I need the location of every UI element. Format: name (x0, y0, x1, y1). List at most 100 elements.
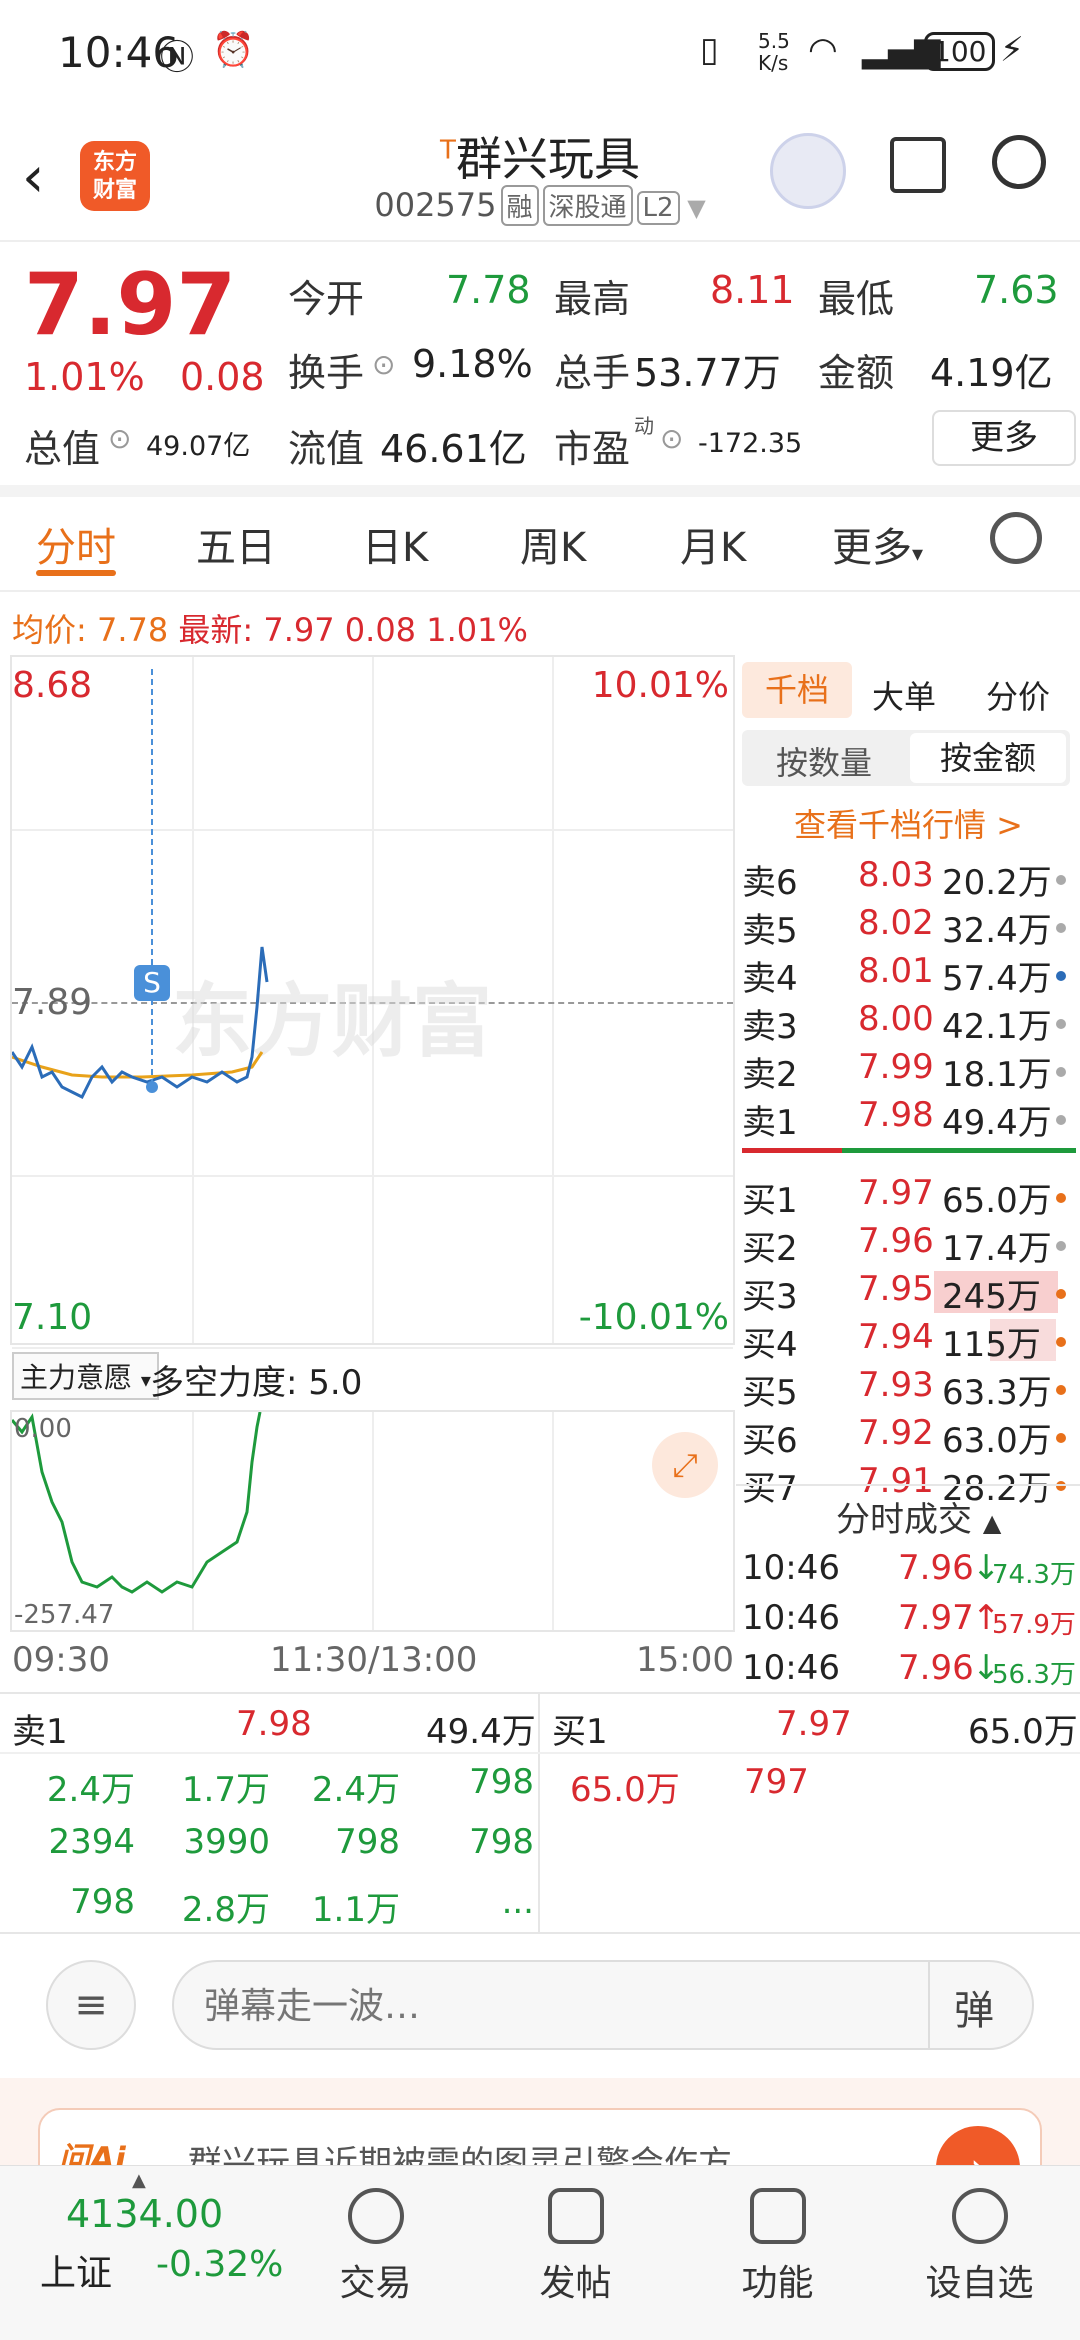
nav-watchlist[interactable]: 设自选 (912, 2168, 1047, 2306)
nav-trade[interactable]: 交易 (308, 2168, 443, 2306)
bid-row[interactable]: 买2 7.96 17.4万 (742, 1221, 1080, 1269)
ask-row[interactable]: 卖4 8.01 57.4万 (742, 951, 1080, 999)
index-value[interactable]: 4134.00 (66, 2192, 223, 2236)
s-marker-badge[interactable]: S (134, 965, 170, 1001)
nav-function[interactable]: 功能 (710, 2168, 845, 2306)
bid-price: 7.94 (858, 1317, 934, 1357)
bid-bar (842, 1148, 1076, 1153)
new-pct: 1.01% (426, 611, 528, 649)
divider (0, 240, 1080, 242)
ask-label: 卖3 (742, 1007, 798, 1047)
ask-vol: 42.1万 (942, 1007, 1052, 1047)
indicator-select[interactable]: 主力意愿 ▾ (12, 1352, 159, 1400)
intraday-chart[interactable]: 东方财富 S 8.68 10.01% 7.89 7.10 -10.01% (10, 655, 735, 1349)
danmu-input-field[interactable] (204, 1978, 804, 2034)
float-value: 46.61亿 (380, 427, 527, 471)
queue-buy-vol: 65.0万 (968, 1712, 1078, 1752)
bid-label: 买5 (742, 1373, 798, 1413)
search-icon[interactable] (992, 135, 1046, 189)
ob-subtab-qty[interactable]: 按数量 (776, 738, 872, 784)
stock-name: 群兴玩具 (455, 132, 640, 186)
more-button[interactable]: 更多 (932, 410, 1076, 466)
queue-sell-item: 798 (70, 1882, 135, 1922)
info-icon[interactable]: ⊙ (372, 348, 395, 381)
divider (0, 1692, 1080, 1694)
current-price: 7.97 (24, 255, 237, 355)
ask-row[interactable]: 卖5 8.02 32.4万 (742, 903, 1080, 951)
bid-vol: 17.4万 (942, 1229, 1052, 1269)
avg-value: 7.78 (96, 611, 169, 649)
ob-depth-link[interactable]: 查看千档行情 > (794, 800, 1023, 846)
top-pct-label: 10.01% (591, 665, 729, 706)
tab-daily-k[interactable]: 日K (362, 515, 428, 573)
divider (928, 1962, 930, 2048)
trade-vol: 56.3万 (992, 1660, 1076, 1690)
ask-price: 7.99 (858, 1047, 934, 1087)
turnover-label: 换手 (288, 351, 365, 395)
queue-sell-item: 2.4万 (311, 1770, 400, 1810)
ob-subtab-amount[interactable]: 按金额 (910, 733, 1066, 783)
queue-buy-price: 7.97 (776, 1704, 852, 1744)
index-name[interactable]: 上证 (40, 2244, 112, 2296)
danmu-input[interactable]: 弹 (172, 1960, 1034, 2050)
bid-row[interactable]: 买6 7.92 63.0万 (742, 1413, 1080, 1461)
trade-vol: 74.3万 (992, 1560, 1076, 1590)
tab-5day[interactable]: 五日 (196, 515, 276, 573)
tab-intraday[interactable]: 分时 (36, 515, 116, 573)
bid-vol: 63.3万 (942, 1373, 1052, 1413)
ask-row[interactable]: 卖1 7.98 49.4万 (742, 1095, 1080, 1143)
alarm-icon: ⏰ (212, 30, 255, 70)
bid-row[interactable]: 买1 7.97 65.0万 (742, 1173, 1080, 1221)
ask-price: 8.03 (858, 855, 934, 895)
tab-monthly-k[interactable]: 月K (680, 515, 746, 573)
trade-price: 7.96 (898, 1548, 974, 1588)
bid-vol: 65.0万 (942, 1181, 1052, 1221)
nav-post[interactable]: 发帖 (508, 2168, 643, 2306)
status-dot (1056, 1115, 1066, 1125)
bid-row[interactable]: 买5 7.93 63.3万 (742, 1365, 1080, 1413)
ask-row[interactable]: 卖6 8.03 20.2万 (742, 855, 1080, 903)
bid-row[interactable]: 买4 7.94 115万 (742, 1317, 1080, 1365)
bid-vol: 245万 (942, 1277, 1041, 1317)
expand-icon[interactable]: ⤢ (652, 1432, 718, 1498)
nav-function-label: 功能 (741, 2263, 814, 2304)
ask-label: 卖5 (742, 911, 798, 951)
indicator-chart[interactable]: 0.00 -257.47 ⤢ (10, 1410, 735, 1632)
trade-row: 10:46 7.97 ↑ 57.9万 (742, 1598, 1080, 1646)
indicator-name: 主力意愿 (20, 1361, 133, 1394)
price-pct: 1.01% (24, 355, 145, 399)
tab-more[interactable]: 更多▾ (832, 515, 923, 573)
status-dot (1056, 1193, 1066, 1203)
tag-connect: 深股通 (542, 185, 633, 226)
trades-title[interactable]: 分时成交 ▲ (836, 1492, 1001, 1541)
info-icon[interactable]: ⊙ (108, 422, 131, 455)
bid-price: 7.96 (858, 1221, 934, 1261)
ob-tab-bigorder[interactable]: 大单 (872, 672, 936, 718)
new-label: 最新: (178, 611, 254, 649)
ask-row[interactable]: 卖2 7.99 18.1万 (742, 1047, 1080, 1095)
force-label: 多空力度: 5.0 (150, 1363, 363, 1403)
pe-value: -172.35 (698, 428, 803, 459)
bid-price: 7.95 (858, 1269, 934, 1309)
ob-tab-depth[interactable]: 千档 (742, 662, 852, 718)
trade-time: 10:46 (742, 1648, 840, 1688)
status-dot (1056, 1337, 1066, 1347)
trades-title-label: 分时成交 (836, 1500, 972, 1540)
share-icon[interactable] (890, 137, 946, 193)
tab-weekly-k[interactable]: 周K (520, 515, 586, 573)
note-settings-icon[interactable]: ≡ (46, 1960, 136, 2050)
bid-row[interactable]: 买3 7.95 245万 (742, 1269, 1080, 1317)
status-dot (1056, 1067, 1066, 1077)
queue-sell-item: ... (501, 1882, 534, 1922)
ask-row[interactable]: 卖3 8.00 42.1万 (742, 999, 1080, 1047)
yen-icon (347, 2188, 404, 2244)
indicator-svg (12, 1412, 262, 1594)
danmu-toggle-icon[interactable]: 弹 (954, 1978, 994, 2036)
title-prefix: T (440, 135, 456, 166)
info-icon[interactable]: ⊙ (660, 422, 683, 455)
ob-tab-price[interactable]: 分价 (986, 672, 1050, 718)
robot-avatar-icon[interactable] (770, 133, 846, 209)
gear-icon[interactable] (990, 512, 1042, 564)
index-pct[interactable]: -0.32% (156, 2244, 283, 2285)
mktcap-value: 49.07亿 (146, 431, 251, 462)
